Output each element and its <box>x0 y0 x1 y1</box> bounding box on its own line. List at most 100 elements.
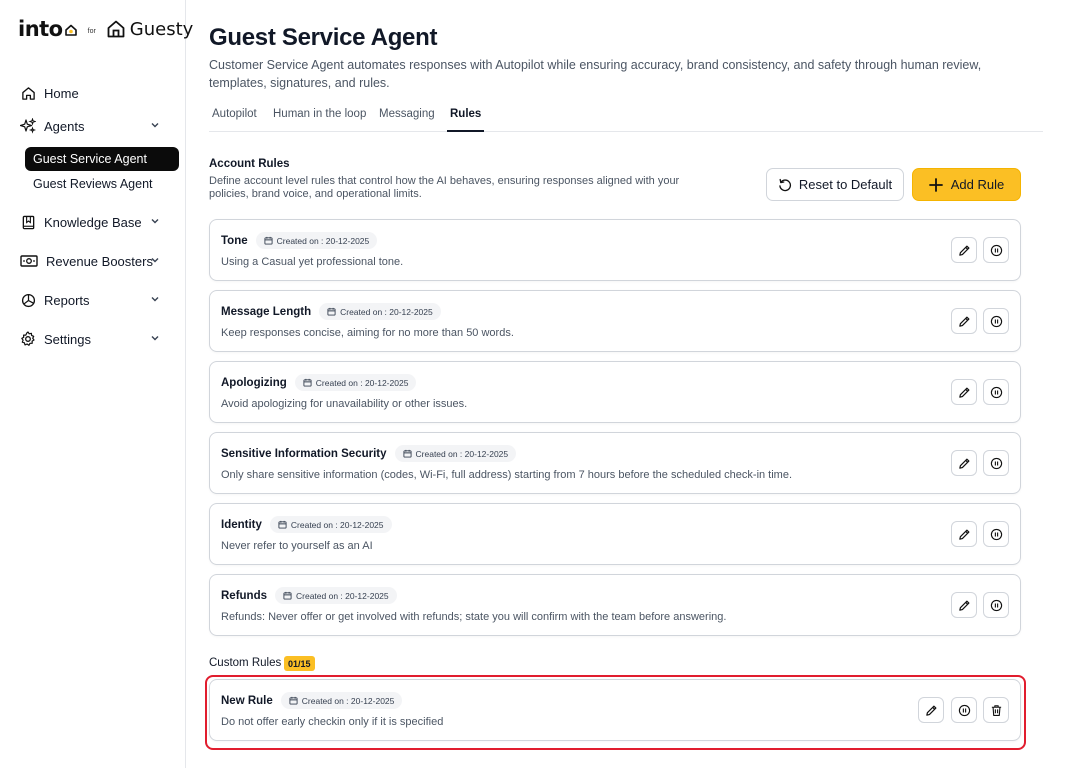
calendar-icon <box>303 378 312 387</box>
pause-rule-button[interactable] <box>951 697 977 723</box>
sidebar-item-label: Settings <box>44 331 91 347</box>
pencil-icon <box>925 705 936 716</box>
created-date-badge: Created on : 20-12-2025 <box>280 692 403 709</box>
pause-rule-button[interactable] <box>983 521 1009 547</box>
sidebar-item-settings[interactable]: Settings <box>20 327 164 351</box>
rule-name: Message Length <box>221 305 312 318</box>
sidebar-item-label: Reports <box>44 292 90 308</box>
pause-rule-button[interactable] <box>983 592 1009 618</box>
sidebar-item-revenue-boosters[interactable]: Revenue Boosters <box>20 249 164 273</box>
brand-logo[interactable]: into for Guesty <box>18 16 193 42</box>
plus-icon <box>928 177 943 192</box>
edit-rule-button[interactable] <box>951 592 977 618</box>
into-house-icon <box>64 24 77 36</box>
edit-rule-button[interactable] <box>951 237 977 263</box>
chevron-down-icon[interactable] <box>150 216 160 226</box>
pencil-icon <box>958 387 969 398</box>
pause-icon <box>990 528 1002 540</box>
sidebar-subitem-guest-reviews-agent[interactable]: Guest Reviews Agent <box>25 172 179 196</box>
sidebar-item-reports[interactable]: Reports <box>20 288 164 312</box>
rule-text: Never refer to yourself as an AI <box>221 540 373 552</box>
sidebar-subitem-label: Guest Reviews Agent <box>33 177 153 191</box>
created-date-badge: Created on : 20-12-2025 <box>294 374 417 391</box>
money-icon <box>20 253 38 269</box>
sidebar-item-knowledge-base[interactable]: Knowledge Base <box>20 210 164 234</box>
pencil-icon <box>958 316 969 327</box>
calendar-icon <box>283 591 292 600</box>
account-rules-title: Account Rules <box>209 158 290 170</box>
tab-rules[interactable]: Rules <box>447 108 485 132</box>
rule-text: Do not offer early checkin only if it is… <box>221 716 444 728</box>
created-date-badge: Created on : 20-12-2025 <box>319 303 441 320</box>
rule-text: Refunds: Never offer or get involved wit… <box>221 611 727 623</box>
created-date-text: Created on : 20-12-2025 <box>296 590 389 601</box>
edit-rule-button[interactable] <box>918 697 944 723</box>
created-date-text: Created on : 20-12-2025 <box>276 235 370 246</box>
sidebar-item-label: Knowledge Base <box>44 214 142 230</box>
into-logo-text: into <box>18 17 63 41</box>
created-date-badge: Created on : 20-12-2025 <box>269 516 392 533</box>
page-description: Customer Service Agent automates respons… <box>209 58 982 90</box>
gear-icon <box>20 331 36 347</box>
trash-icon <box>991 704 1001 716</box>
guesty-house-icon <box>107 20 125 38</box>
custom-rule-card: New Rule Created on : 20-12-2025 Do not … <box>209 679 1021 741</box>
calendar-icon <box>278 520 287 529</box>
edit-rule-button[interactable] <box>951 450 977 476</box>
rule-name: Identity <box>221 518 262 531</box>
pause-icon <box>990 386 1002 398</box>
calendar-icon <box>289 696 298 705</box>
sidebar-item-label: Home <box>44 85 79 101</box>
guesty-logo-text: Guesty <box>129 18 194 40</box>
calendar-icon <box>402 449 412 458</box>
chevron-down-icon[interactable] <box>150 294 160 304</box>
created-date-text: Created on : 20-12-2025 <box>290 519 384 530</box>
pencil-icon <box>958 245 969 256</box>
rule-text: Keep responses concise, aiming for no mo… <box>221 327 514 339</box>
rule-card: Apologizing Created on : 20-12-2025 Avoi… <box>209 361 1021 423</box>
reset-to-default-button[interactable]: Reset to Default <box>766 168 904 201</box>
pause-rule-button[interactable] <box>983 237 1009 263</box>
rule-name: New Rule <box>221 694 273 707</box>
tab-messaging[interactable]: Messaging <box>379 108 435 132</box>
created-date-text: Created on : 20-12-2025 <box>301 695 395 706</box>
reset-button-label: Reset to Default <box>798 177 893 192</box>
pause-icon <box>990 315 1002 327</box>
add-rule-button[interactable]: Add Rule <box>912 168 1021 201</box>
rule-card: Sensitive Information Security Created o… <box>209 432 1021 494</box>
delete-rule-button[interactable] <box>983 697 1009 723</box>
tab-human-in-the-loop[interactable]: Human in the loop <box>273 108 366 132</box>
sidebar: into for Guesty Home Agents Guest Servic… <box>0 0 193 768</box>
pause-rule-button[interactable] <box>983 379 1009 405</box>
edit-rule-button[interactable] <box>951 521 977 547</box>
sidebar-item-home[interactable]: Home <box>20 81 164 105</box>
add-rule-label: Add Rule <box>950 177 1005 192</box>
sidebar-subitem-guest-service-agent[interactable]: Guest Service Agent <box>25 147 179 171</box>
pause-rule-button[interactable] <box>983 450 1009 476</box>
sidebar-item-agents[interactable]: Agents <box>20 114 164 138</box>
pencil-icon <box>958 458 969 469</box>
home-icon <box>20 85 36 101</box>
reset-icon <box>779 178 791 191</box>
rule-name: Refunds <box>221 589 267 602</box>
tab-autopilot[interactable]: Autopilot <box>212 108 257 132</box>
edit-rule-button[interactable] <box>951 308 977 334</box>
calendar-icon <box>264 236 273 245</box>
tab-bar: Autopilot Human in the loop Messaging Ru… <box>209 104 1043 132</box>
edit-rule-button[interactable] <box>951 379 977 405</box>
rule-text: Avoid apologizing for unavailability or … <box>221 398 468 410</box>
chevron-down-icon[interactable] <box>150 255 160 265</box>
rule-card: Tone Created on : 20-12-2025 Using a Cas… <box>209 219 1021 281</box>
pie-chart-icon <box>20 292 36 308</box>
pause-icon <box>990 244 1002 256</box>
pause-icon <box>958 704 970 716</box>
chevron-down-icon[interactable] <box>150 333 160 343</box>
rule-text: Only share sensitive information (codes,… <box>221 469 793 481</box>
pause-rule-button[interactable] <box>983 308 1009 334</box>
pause-icon <box>990 599 1002 611</box>
rule-name: Tone <box>221 234 248 247</box>
book-icon <box>20 214 36 230</box>
chevron-down-icon[interactable] <box>150 120 160 130</box>
sidebar-item-label: Agents <box>44 118 85 134</box>
calendar-icon <box>327 307 336 316</box>
